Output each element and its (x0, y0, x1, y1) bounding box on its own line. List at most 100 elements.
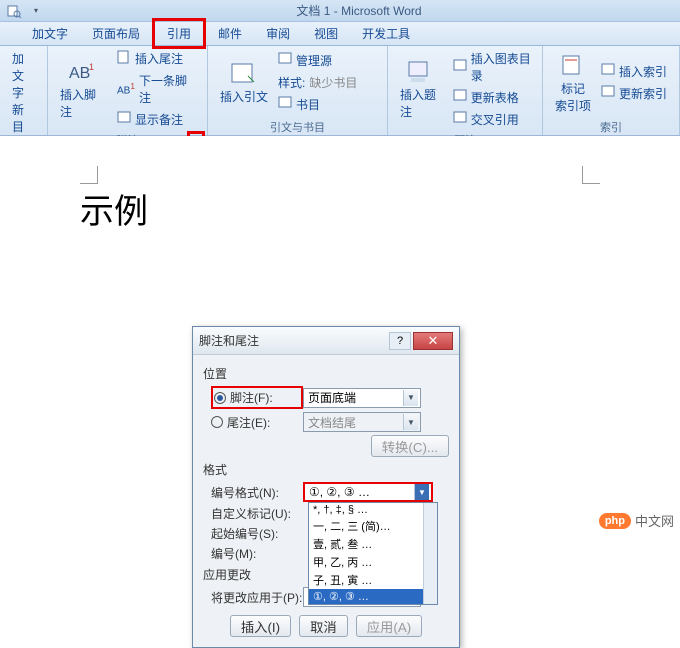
mark-icon (557, 52, 589, 80)
apply-to-label: 将更改应用于(P): (203, 589, 303, 606)
list-item[interactable]: *, †, ‡, § … (309, 503, 437, 517)
group-footnotes: AB1 插入脚注 插入尾注 AB1 下一条脚注 显示备注 脚 (48, 46, 208, 135)
update-index-button[interactable]: 更新索引 (597, 83, 671, 104)
number-format-dropdown[interactable]: *, †, ‡, § … 一, 二, 三 (简)… 壹, 贰, 叁 … 甲, 乙… (308, 502, 438, 605)
chevron-down-icon: ▼ (403, 414, 418, 430)
tab-review[interactable]: 审阅 (254, 21, 302, 46)
print-preview-icon[interactable] (6, 3, 22, 19)
group-toc: 加文字 新目录 (0, 46, 48, 135)
label: 插入题注 (400, 86, 443, 120)
label: 插入引文 (220, 88, 268, 105)
chevron-down-icon: ▼ (403, 390, 418, 406)
caption-icon (405, 58, 437, 86)
list-item[interactable]: 甲, 乙, 丙 … (309, 553, 437, 571)
label: 插入脚注 (60, 86, 107, 120)
manage-sources-button[interactable]: 管理源 (274, 50, 361, 71)
insert-index-button[interactable]: 插入索引 (597, 61, 671, 82)
numbering-label: 编号(M): (203, 545, 303, 562)
group-citations: 插入引文 管理源 样式: 缺少书目 书目 引文与书目 (208, 46, 388, 135)
next-icon: AB1 (117, 81, 135, 96)
tab-references[interactable]: 引用 (152, 18, 206, 49)
close-button-icon[interactable]: ✕ (413, 332, 453, 350)
chevron-down-icon: ▼ (414, 484, 429, 500)
watermark: php 中文网 (599, 511, 674, 530)
footnote-icon: AB1 (67, 58, 99, 86)
document-area: 示例 脚注和尾注 ? ✕ 位置 脚注(F): (0, 136, 680, 536)
list-item[interactable]: 壹, 贰, 叁 … (309, 535, 437, 553)
start-at-label: 起始编号(S): (203, 525, 303, 542)
idx-icon (601, 63, 615, 80)
watermark-badge: php (599, 513, 631, 529)
ribbon: 加文字 新目录 AB1 插入脚注 插入尾注 AB1 下一条脚注 (0, 46, 680, 136)
insert-citation-button[interactable]: 插入引文 (214, 58, 274, 107)
tab-view[interactable]: 视图 (302, 21, 350, 46)
show-icon (117, 111, 131, 128)
help-button-icon[interactable]: ? (389, 332, 411, 350)
endnote-icon (117, 50, 131, 67)
section-position: 位置 (203, 365, 449, 382)
svg-text:1: 1 (89, 62, 94, 72)
list-item[interactable]: ①, ②, ③ … (309, 589, 437, 604)
convert-button: 转换(C)... (371, 435, 449, 457)
update-table-button[interactable]: 更新表格 (449, 87, 536, 108)
update-icon (453, 89, 467, 106)
mark-entry-button[interactable]: 标记 索引 索引项 (549, 50, 597, 116)
watermark-text: 中文网 (635, 511, 674, 530)
endnote-location-combo: 文档结尾 ▼ (303, 412, 421, 432)
insert-button[interactable]: 插入(I) (230, 615, 291, 637)
style-combo[interactable]: 样式: 缺少书目 (274, 72, 361, 93)
insert-footnote-button[interactable]: AB1 插入脚注 (54, 56, 113, 122)
group-label-text: 索引 (600, 119, 622, 135)
crossref-icon (453, 111, 467, 128)
dialog-titlebar[interactable]: 脚注和尾注 ? ✕ (193, 327, 459, 355)
biblio-icon (278, 96, 292, 113)
l1: 标记 (561, 80, 585, 97)
scrollbar[interactable] (423, 503, 437, 604)
list-item[interactable]: 一, 二, 三 (简)… (309, 517, 437, 535)
cancel-button[interactable]: 取消 (299, 615, 348, 637)
show-notes-button[interactable]: 显示备注 (113, 109, 201, 130)
upd-icon (601, 85, 615, 102)
window-title: 文档 1 - Microsoft Word (44, 2, 674, 19)
title-bar: ▾ 文档 1 - Microsoft Word (0, 0, 680, 22)
insert-caption-button[interactable]: 插入题注 (394, 56, 449, 122)
section-format: 格式 (203, 461, 449, 478)
qat-dropdown-icon[interactable]: ▾ (28, 3, 44, 19)
insert-endnote-button[interactable]: 插入尾注 (113, 48, 201, 69)
custom-mark-label: 自定义标记(U): (203, 505, 303, 522)
sample-text[interactable]: 示例 (80, 184, 148, 233)
l3: 索引项 (555, 97, 591, 114)
insert-tof-button[interactable]: 插入图表目录 (449, 48, 536, 86)
radio-icon (214, 392, 226, 404)
radio-icon (211, 416, 223, 428)
tab-page-layout[interactable]: 页面布局 (80, 21, 152, 46)
tab-insert[interactable]: 加文字 (20, 21, 80, 46)
tab-mailings[interactable]: 邮件 (206, 21, 254, 46)
group-index: 标记 索引 索引项 插入索引 更新索引 索引 (543, 46, 680, 135)
tof-icon (453, 59, 467, 76)
apply-button: 应用(A) (356, 615, 422, 637)
dialog-body: 位置 脚注(F): 页面底端 ▼ (193, 355, 459, 647)
quick-access-toolbar: ▾ (6, 3, 44, 19)
endnote-radio[interactable]: 尾注(E): (211, 414, 303, 431)
list-item[interactable]: 子, 丑, 寅 … (309, 571, 437, 589)
group-captions: 插入题注 插入图表目录 更新表格 交叉引用 题注 (388, 46, 543, 135)
citation-icon (228, 60, 260, 88)
tab-developer[interactable]: 开发工具 (350, 21, 422, 46)
cross-ref-button[interactable]: 交叉引用 (449, 109, 536, 130)
manage-icon (278, 52, 292, 69)
footnote-radio[interactable]: 脚注(F): (211, 386, 303, 409)
bibliography-button[interactable]: 书目 (274, 94, 361, 115)
dialog-title: 脚注和尾注 (199, 332, 389, 349)
group-label-text: 引文与书目 (270, 119, 325, 135)
margin-corner-icon (582, 166, 600, 184)
footnote-location-combo[interactable]: 页面底端 ▼ (303, 388, 421, 408)
ribbon-tabs: 加文字 页面布局 引用 邮件 审阅 视图 开发工具 (0, 22, 680, 46)
footnote-endnote-dialog: 脚注和尾注 ? ✕ 位置 脚注(F): 页面底端 (192, 326, 460, 648)
next-footnote-button[interactable]: AB1 下一条脚注 (113, 70, 201, 108)
margin-corner-icon (80, 166, 98, 184)
number-format-combo[interactable]: ①, ②, ③ … ▼ (303, 482, 433, 502)
label: 加文字 (12, 50, 35, 101)
number-format-label: 编号格式(N): (203, 484, 303, 501)
svg-text:AB: AB (69, 65, 90, 82)
